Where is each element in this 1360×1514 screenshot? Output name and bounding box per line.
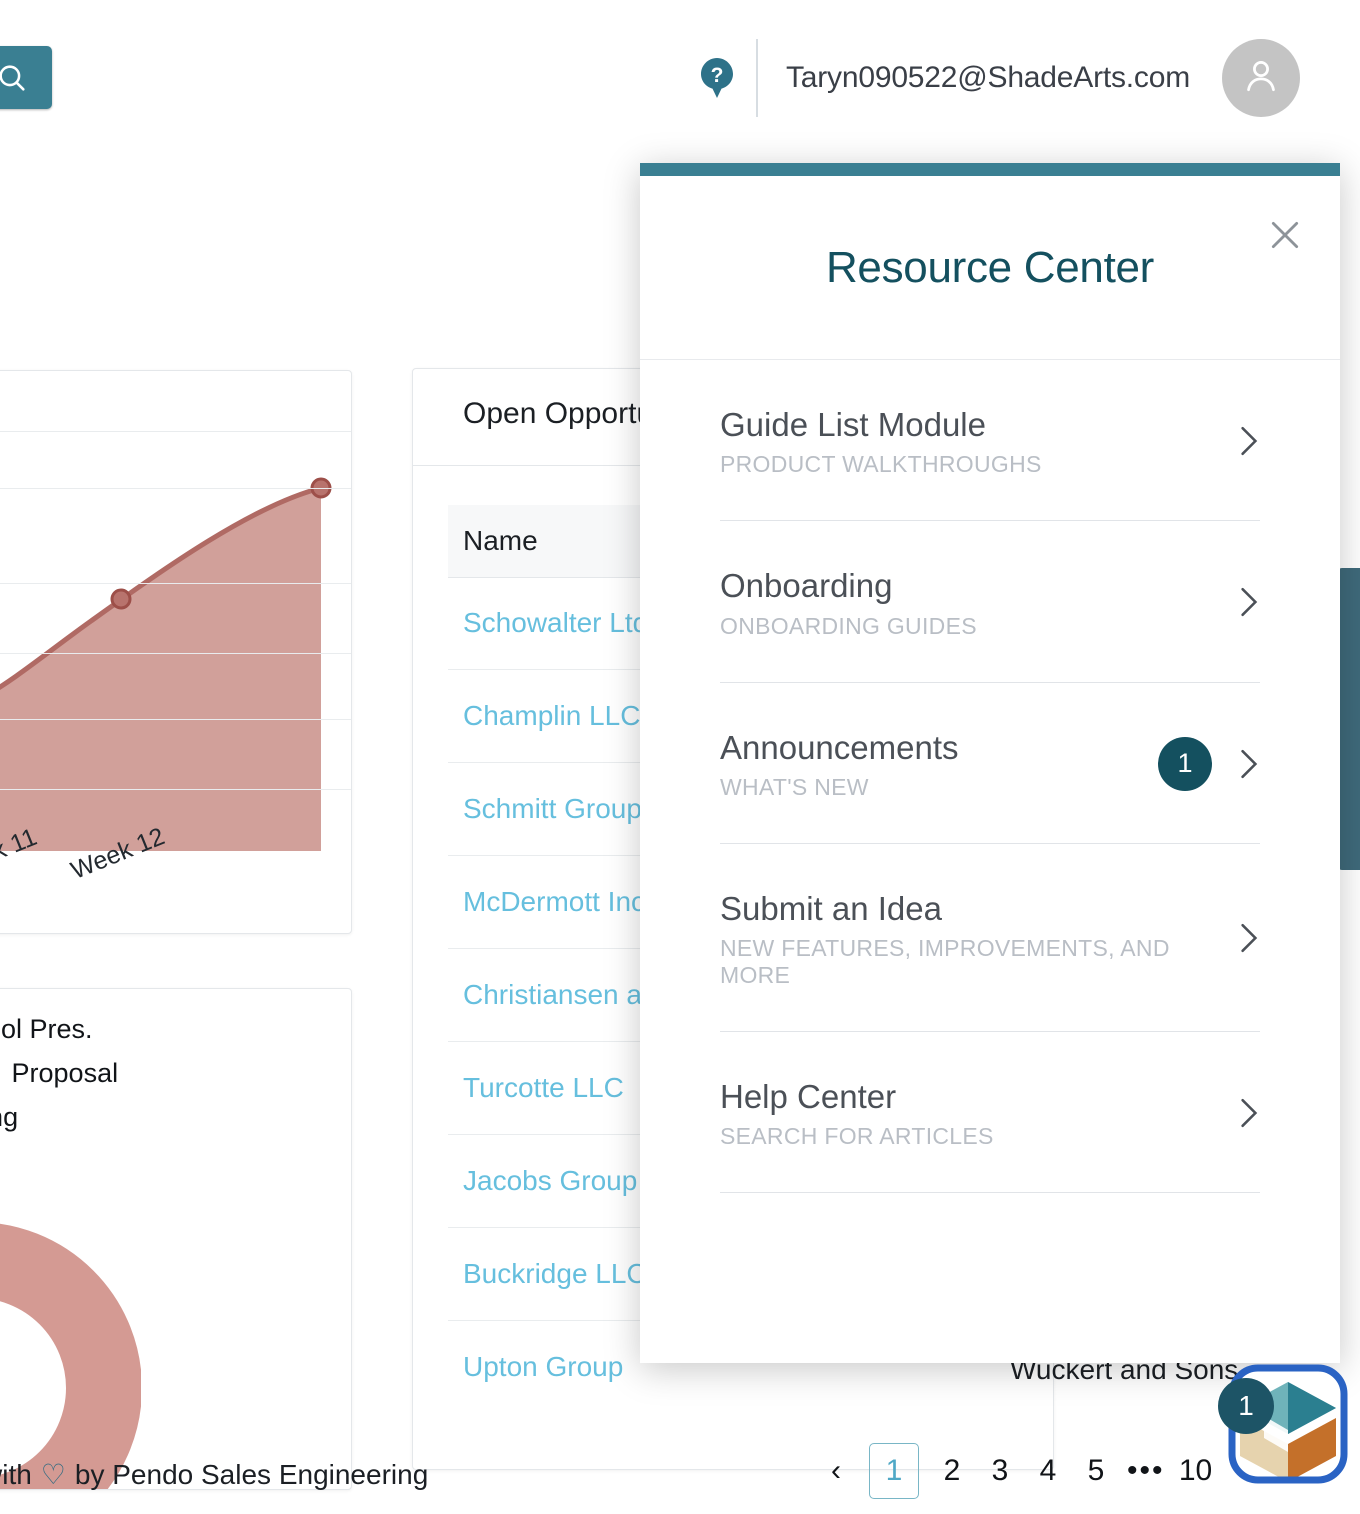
trend-chart-plot (0, 431, 351, 851)
gridline (0, 653, 351, 654)
chevron-right-icon (1238, 424, 1260, 458)
opportunity-link[interactable]: Buckridge LLC (463, 1258, 647, 1290)
pendo-launcher-button[interactable]: 1 (1218, 1356, 1358, 1496)
svg-text:?: ? (711, 64, 724, 87)
gridline (0, 583, 351, 584)
opportunity-link[interactable]: Schowalter Ltd (463, 607, 648, 639)
search-icon (0, 61, 29, 95)
opportunity-link[interactable]: Jacobs Group (463, 1165, 637, 1197)
legend-label: Proposal (11, 1057, 119, 1088)
chevron-right-icon (1238, 585, 1260, 619)
opportunity-link[interactable]: Schmitt Group (463, 793, 642, 825)
pipeline-donut-card: l Sol Pres. cc. Proposal Pending (0, 988, 352, 1490)
rc-item-announcements[interactable]: Announcements WHAT'S NEW 1 (720, 683, 1260, 844)
resource-center-list: Guide List Module PRODUCT WALKTHROUGHS O… (640, 360, 1340, 1363)
gridline (0, 431, 351, 432)
rc-item-text: Help Center SEARCH FOR ARTICLES (720, 1076, 1238, 1150)
pagination-page-1[interactable]: 1 (869, 1443, 919, 1499)
trend-chart-x-axis: 9 Week 10 Week 11 Week 12 (0, 822, 351, 931)
legend-row: cc. Proposal (0, 1051, 351, 1095)
right-edge-tab[interactable] (1338, 568, 1360, 870)
rc-item-subtitle: SEARCH FOR ARTICLES (720, 1123, 994, 1150)
donut-legend: l Sol Pres. cc. Proposal Pending (0, 1007, 351, 1139)
legend-row: l Sol Pres. (0, 1007, 351, 1051)
footer-credit: with ♡ by Pendo Sales Engineering (0, 1458, 428, 1491)
area-series (0, 477, 332, 851)
opportunity-link[interactable]: Turcotte LLC (463, 1072, 624, 1104)
legend-row: Pending (0, 1095, 351, 1139)
status-badge: 1 (1158, 736, 1212, 791)
account-email[interactable]: Taryn090522@ShadeArts.com (786, 61, 1190, 95)
rc-item-text: Submit an Idea NEW FEATURES, IMPROVEMENT… (720, 888, 1238, 989)
rc-item-subtitle: ONBOARDING GUIDES (720, 612, 977, 639)
rc-item-text: Guide List Module PRODUCT WALKTHROUGHS (720, 404, 1238, 478)
rc-item-onboarding[interactable]: Onboarding ONBOARDING GUIDES (720, 521, 1260, 683)
donut-graphic (0, 1223, 142, 1489)
rc-item-subtitle: WHAT'S NEW (720, 773, 869, 800)
launcher-badge: 1 (1218, 1378, 1274, 1434)
top-bar: ? Taryn090522@ShadeArts.com (0, 0, 1360, 148)
rc-item-text: Announcements WHAT'S NEW (720, 727, 1158, 801)
footer-credit-prefix: with (0, 1458, 32, 1490)
modal-accent-bar (640, 163, 1340, 176)
rc-item-guide-list-module[interactable]: Guide List Module PRODUCT WALKTHROUGHS (720, 360, 1260, 522)
opportunity-link[interactable]: McDermott Inc (463, 886, 645, 918)
close-icon[interactable] (1262, 212, 1308, 258)
legend-label: Sol Pres. (0, 1013, 93, 1044)
pagination-page-2[interactable]: 2 (935, 1448, 969, 1494)
chevron-right-icon (1238, 921, 1260, 955)
opportunity-link[interactable]: Upton Group (463, 1351, 623, 1383)
chevron-right-icon (1238, 1096, 1260, 1130)
gridline (0, 789, 351, 790)
rc-item-text: Onboarding ONBOARDING GUIDES (720, 565, 1238, 639)
gridline (0, 488, 351, 489)
pagination-page-4[interactable]: 4 (1031, 1448, 1065, 1494)
footer-credit-suffix: by Pendo Sales Engineering (74, 1458, 429, 1490)
rc-item-help-center[interactable]: Help Center SEARCH FOR ARTICLES (720, 1032, 1260, 1194)
rc-item-subtitle: PRODUCT WALKTHROUGHS (720, 451, 1042, 478)
trend-chart-card: 9 Week 10 Week 11 Week 12 (0, 370, 352, 934)
user-avatar-icon (1239, 54, 1283, 103)
header-divider (755, 39, 758, 117)
pagination-prev[interactable]: ‹ (819, 1448, 853, 1494)
legend-label: Pending (0, 1101, 19, 1132)
rc-item-title: Submit an Idea (720, 889, 942, 927)
account-area: ? Taryn090522@ShadeArts.com (700, 38, 1300, 118)
heart-icon: ♡ (40, 1459, 66, 1490)
page-title: Resource Center (825, 242, 1155, 292)
opportunity-link[interactable]: Champlin LLC (463, 700, 640, 732)
rc-item-title: Help Center (720, 1078, 897, 1115)
rc-item-submit-an-idea[interactable]: Submit an Idea NEW FEATURES, IMPROVEMENT… (720, 844, 1260, 1032)
help-pin-icon[interactable]: ? (700, 58, 734, 98)
search-button[interactable] (0, 46, 52, 109)
rc-item-title: Announcements (720, 728, 959, 766)
modal-header: Resource Center (640, 176, 1340, 360)
chevron-right-icon (1238, 747, 1260, 781)
resource-center-modal: Resource Center Guide List Module PRODUC… (640, 163, 1340, 1363)
column-header-name[interactable]: Name (448, 525, 538, 557)
pagination: ‹ 1 2 3 4 5 ••• 10 (812, 1443, 1220, 1499)
pagination-page-5[interactable]: 5 (1079, 1448, 1113, 1494)
pagination-page-3[interactable]: 3 (983, 1448, 1017, 1494)
pagination-page-last[interactable]: 10 (1179, 1448, 1213, 1494)
rc-item-title: Onboarding (720, 567, 893, 605)
rc-item-subtitle: NEW FEATURES, IMPROVEMENTS, AND MORE (720, 935, 1170, 988)
gridline (0, 719, 351, 720)
pagination-ellipsis: ••• (1127, 1454, 1165, 1487)
rc-item-title: Guide List Module (720, 406, 986, 443)
avatar[interactable] (1222, 39, 1300, 117)
